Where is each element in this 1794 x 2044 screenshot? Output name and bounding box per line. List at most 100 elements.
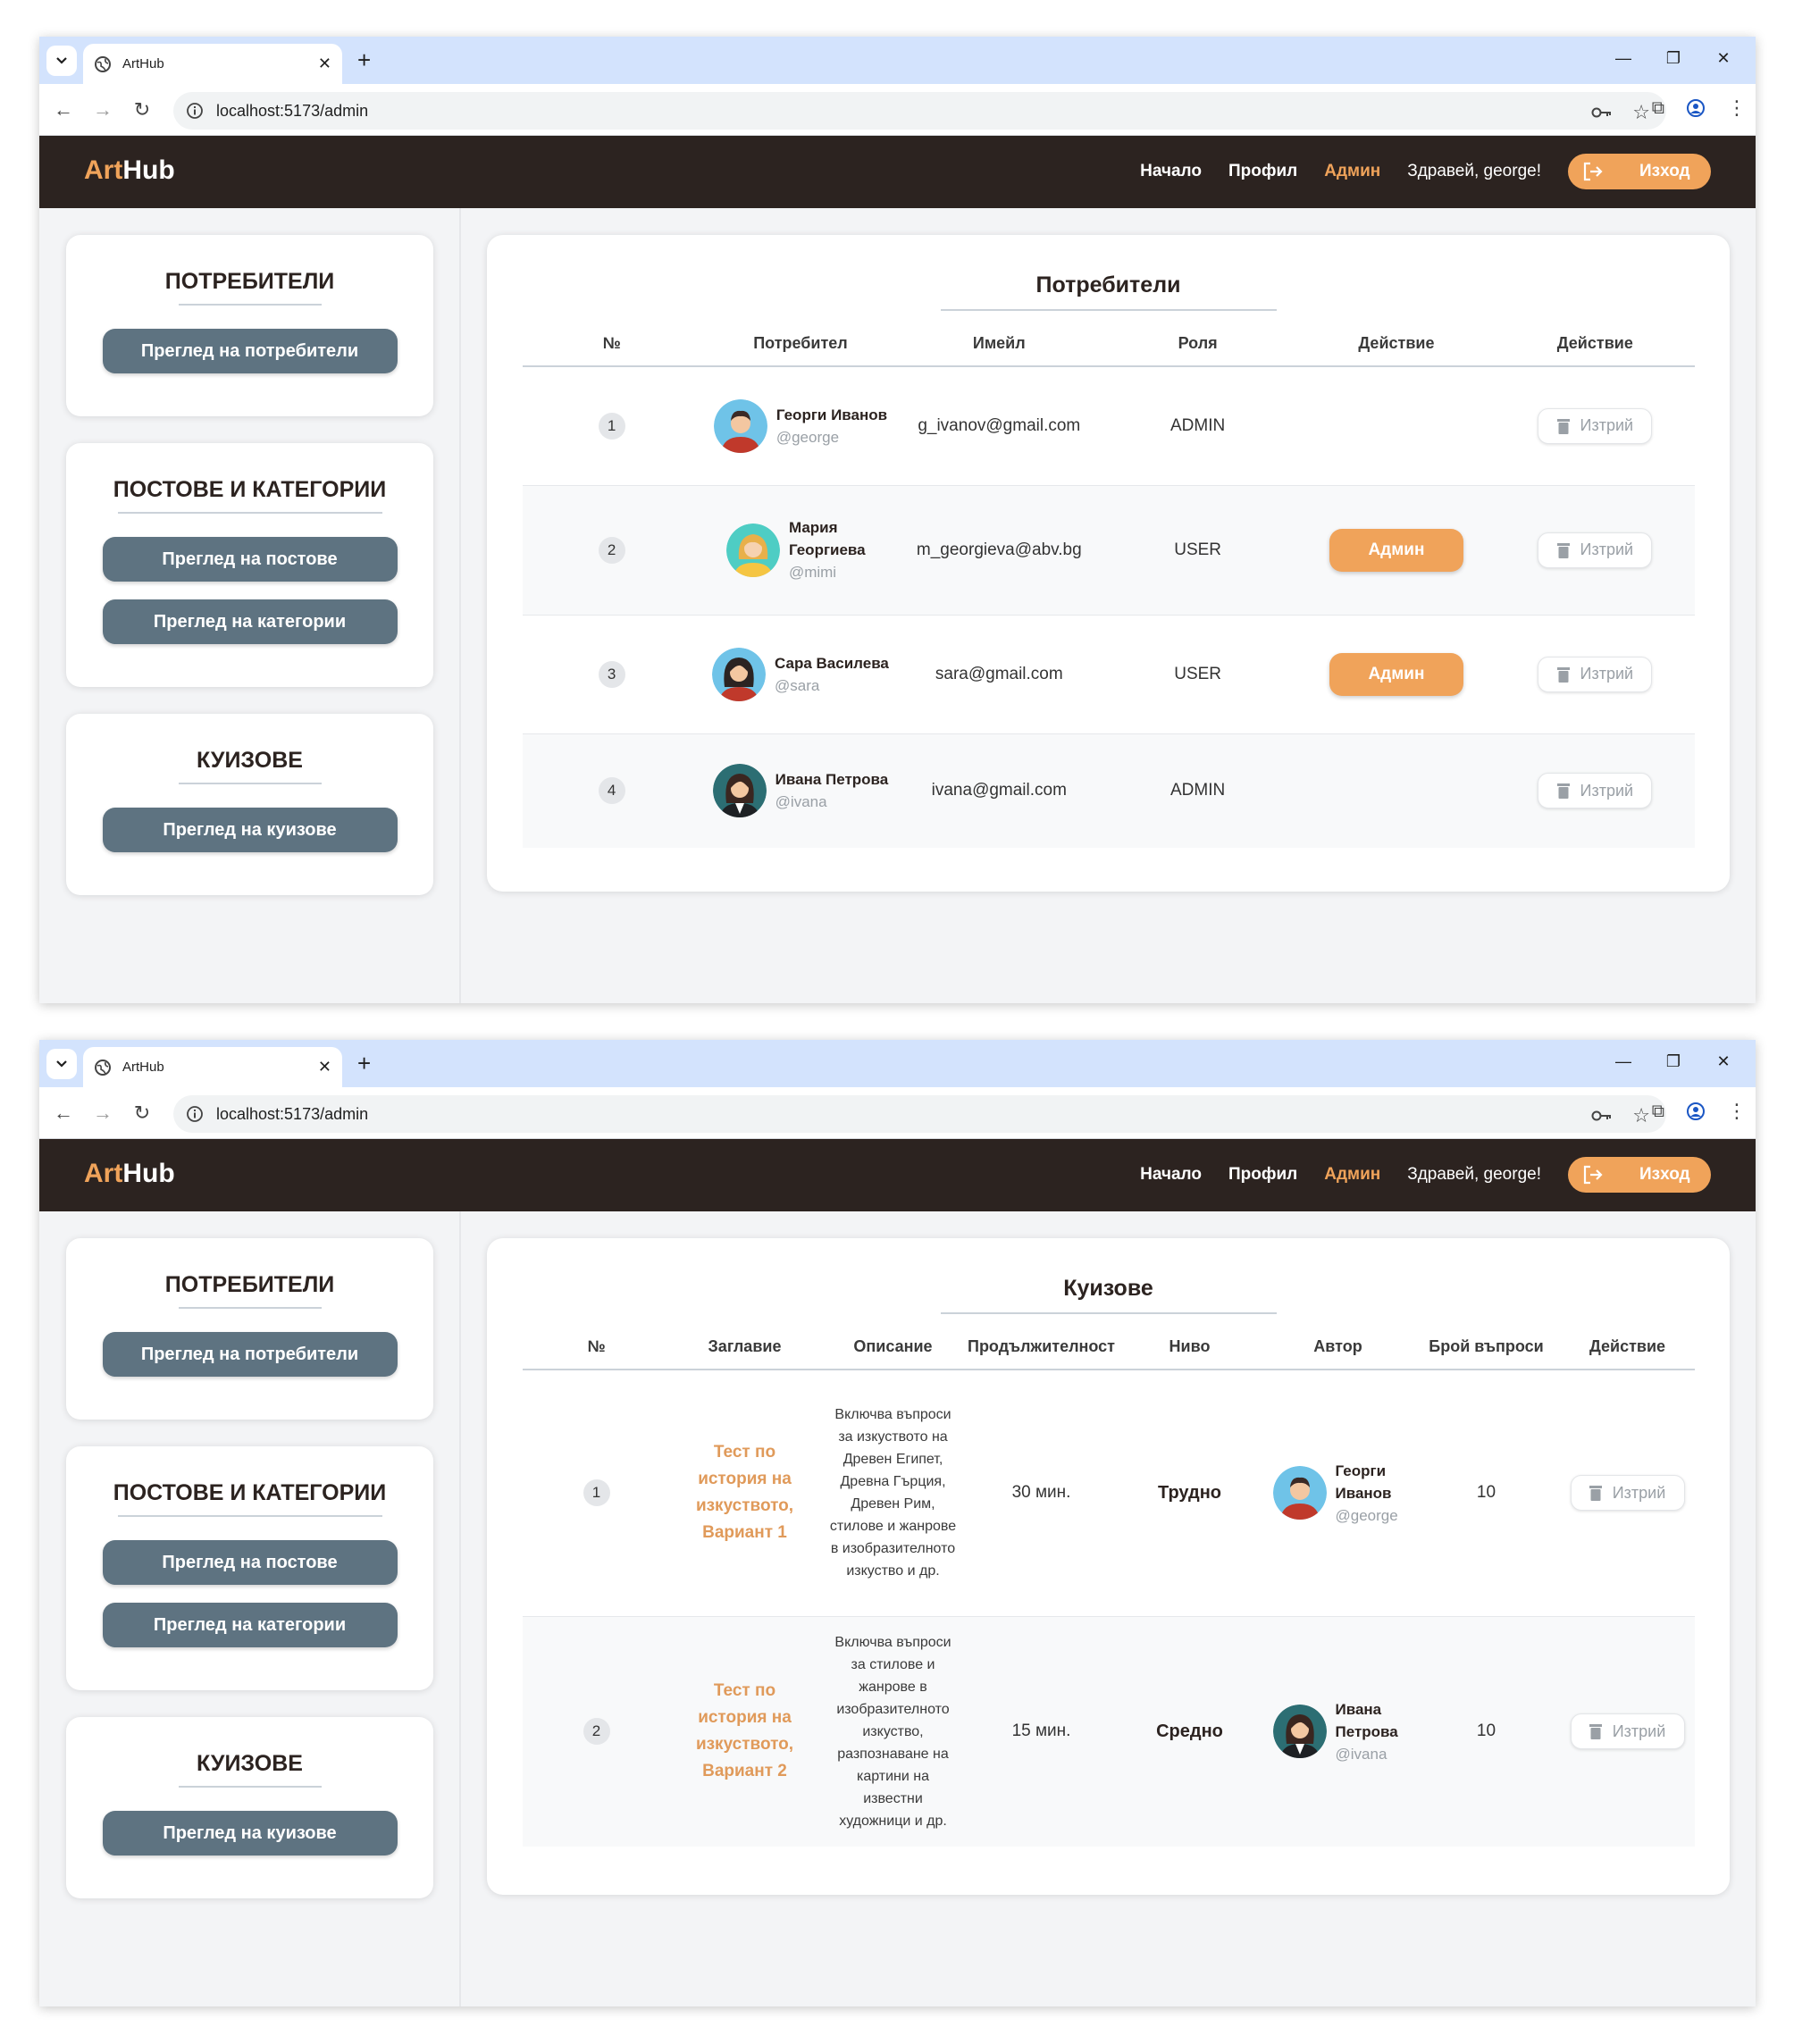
- user-role: ADMIN: [1098, 733, 1297, 848]
- row-number: 2: [598, 536, 625, 564]
- row-number: 3: [598, 660, 625, 688]
- view-quizzes-button[interactable]: Преглед на куизове: [102, 1811, 398, 1856]
- back-icon[interactable]: ←: [52, 1102, 75, 1125]
- delete-button[interactable]: Изтрий: [1570, 1475, 1685, 1512]
- question-count: 10: [1412, 1616, 1561, 1847]
- nav-profile-link[interactable]: Профил: [1228, 1165, 1297, 1185]
- view-posts-button[interactable]: Преглед на постове: [102, 537, 398, 582]
- browser-tab[interactable]: ArtHub ✕: [83, 44, 342, 84]
- minimize-icon[interactable]: —: [1598, 49, 1648, 68]
- user-handle: @george: [775, 428, 840, 446]
- admin-sidebar: ПОТРЕБИТЕЛИ Преглед на потребители ПОСТО…: [39, 208, 461, 1003]
- restore-icon[interactable]: ❐: [1648, 1052, 1698, 1071]
- view-quizzes-button[interactable]: Преглед на куизове: [102, 808, 398, 852]
- forward-icon[interactable]: →: [91, 98, 114, 121]
- logout-button[interactable]: Изход: [1568, 154, 1711, 189]
- divider: [178, 783, 322, 784]
- nav-home-link[interactable]: Начало: [1140, 1165, 1202, 1185]
- delete-button[interactable]: Изтрий: [1538, 532, 1653, 568]
- user-name: Мария Георгиева: [788, 519, 866, 558]
- woman-blonde-avatar: [725, 523, 780, 577]
- minimize-icon[interactable]: —: [1598, 1052, 1648, 1071]
- view-posts-button[interactable]: Преглед на постове: [102, 1540, 398, 1585]
- divider: [940, 1312, 1277, 1314]
- new-tab-icon[interactable]: +: [357, 1050, 371, 1076]
- site-info-icon[interactable]: [186, 102, 204, 120]
- delete-button[interactable]: Изтрий: [1538, 773, 1653, 809]
- view-users-button[interactable]: Преглед на потребители: [102, 1332, 398, 1377]
- close-tab-icon[interactable]: ✕: [318, 54, 331, 73]
- forward-icon[interactable]: →: [91, 1102, 114, 1125]
- nav-profile-link[interactable]: Профил: [1228, 162, 1297, 181]
- globe-icon: [95, 55, 111, 72]
- panel-title: Потребители: [1035, 272, 1181, 297]
- key-icon[interactable]: [1591, 106, 1613, 119]
- make-admin-button[interactable]: Админ: [1329, 652, 1463, 696]
- url-text: localhost:5173/admin: [216, 101, 369, 120]
- omnibox[interactable]: localhost:5173/admin ☆: [173, 1095, 1666, 1133]
- trash-icon: [1556, 542, 1570, 558]
- quizzes-section-title: КУИЗОВЕ: [197, 1751, 303, 1776]
- greeting-text: Здравей, george!: [1407, 1165, 1541, 1184]
- admin-content: ПОТРЕБИТЕЛИ Преглед на потребители ПОСТО…: [39, 208, 1756, 1003]
- key-icon[interactable]: [1591, 1110, 1613, 1122]
- arthub-logo[interactable]: ArtHub: [84, 1159, 175, 1189]
- user-role: USER: [1174, 664, 1222, 683]
- browser-tab[interactable]: ArtHub ✕: [83, 1047, 342, 1087]
- quiz-duration: 30 мин.: [1011, 1483, 1071, 1503]
- bookmark-star-icon[interactable]: ☆: [1632, 1104, 1650, 1127]
- nav-admin-link[interactable]: Админ: [1324, 1165, 1380, 1185]
- tab-search-button[interactable]: [46, 46, 77, 76]
- close-window-icon[interactable]: ✕: [1698, 1052, 1748, 1071]
- posts-card: ПОСТОВЕ И КАТЕГОРИИ Преглед на постове П…: [66, 443, 433, 687]
- users-table: № Потребител Имейл Роля Действие Действи…: [522, 334, 1695, 848]
- site-info-icon[interactable]: [186, 1105, 204, 1123]
- delete-button[interactable]: Изтрий: [1538, 407, 1653, 444]
- logout-icon: [1583, 1165, 1603, 1185]
- reload-icon[interactable]: ↻: [130, 98, 154, 121]
- restore-icon[interactable]: ❐: [1648, 49, 1698, 68]
- logout-button[interactable]: Изход: [1568, 1157, 1711, 1193]
- table-row: 2 Мария Георгиева @mimi m_georgieva@abv.b…: [522, 485, 1695, 615]
- trash-icon: [1556, 666, 1570, 683]
- quizzes-panel: Куизове № Заглавие Описание Продължителн…: [487, 1238, 1730, 1895]
- view-categories-button[interactable]: Преглед на категории: [102, 599, 398, 644]
- bookmark-star-icon[interactable]: ☆: [1632, 101, 1650, 124]
- extensions-icon[interactable]: ⧉: [1652, 98, 1664, 119]
- quiz-title-link[interactable]: Тест по история на изкуството, Вариант 1: [692, 1439, 799, 1546]
- address-bar-row: ← → ↻ localhost:5173/admin ☆ ⧉ ⋮: [39, 1087, 1756, 1139]
- user-name: Сара Василева: [775, 654, 889, 672]
- arthub-logo[interactable]: ArtHub: [84, 155, 175, 186]
- delete-button[interactable]: Изтрий: [1570, 1713, 1685, 1750]
- browser-window-users: ArtHub ✕ + — ❐ ✕ ← → ↻ localhost:5173/ad…: [39, 37, 1756, 1003]
- trash-icon: [1556, 783, 1570, 800]
- profile-icon[interactable]: [1686, 1102, 1706, 1121]
- window-controls: — ❐ ✕: [1598, 49, 1748, 68]
- new-tab-icon[interactable]: +: [357, 46, 371, 73]
- close-tab-icon[interactable]: ✕: [318, 1058, 331, 1076]
- chevron-down-icon: [56, 57, 67, 64]
- divider: [178, 1307, 322, 1309]
- menu-kebab-icon[interactable]: ⋮: [1727, 96, 1747, 120]
- close-window-icon[interactable]: ✕: [1698, 49, 1748, 68]
- top-nav: Начало Профил Админ Здравей, george! Изх…: [1140, 1157, 1711, 1193]
- author-name: Ивана Петрова: [1335, 1700, 1398, 1740]
- omnibox[interactable]: localhost:5173/admin ☆: [173, 92, 1666, 130]
- reload-icon[interactable]: ↻: [130, 1102, 154, 1125]
- make-admin-button[interactable]: Админ: [1329, 528, 1463, 572]
- back-icon[interactable]: ←: [52, 98, 75, 121]
- nav-admin-link[interactable]: Админ: [1324, 162, 1380, 181]
- col-number: №: [522, 334, 701, 367]
- tab-search-button[interactable]: [46, 1049, 77, 1079]
- delete-button[interactable]: Изтрий: [1538, 656, 1653, 692]
- view-users-button[interactable]: Преглед на потребители: [102, 329, 398, 373]
- profile-icon[interactable]: [1686, 98, 1706, 118]
- view-categories-button[interactable]: Преглед на категории: [102, 1603, 398, 1647]
- nav-home-link[interactable]: Начало: [1140, 162, 1202, 181]
- menu-kebab-icon[interactable]: ⋮: [1727, 1100, 1747, 1123]
- extensions-icon[interactable]: ⧉: [1652, 1102, 1664, 1122]
- quiz-title-link[interactable]: Тест по история на изкуството, Вариант 2: [692, 1678, 799, 1785]
- quizzes-card: КУИЗОВЕ Преглед на куизове: [66, 714, 433, 895]
- empty-action: [1297, 366, 1496, 485]
- quizzes-card: КУИЗОВЕ Преглед на куизове: [66, 1717, 433, 1898]
